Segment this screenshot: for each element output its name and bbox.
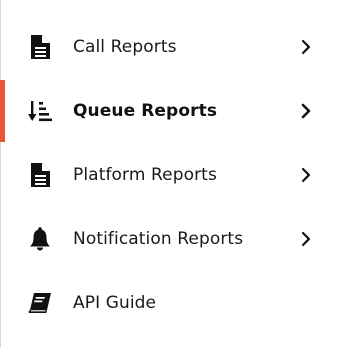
nav-item-api-guide[interactable]: API Guide: [0, 271, 350, 335]
nav-item-label: API Guide: [73, 293, 157, 313]
chevron-right-icon: [298, 229, 314, 249]
book-icon: [28, 291, 52, 315]
document-icon: [28, 35, 52, 59]
nav-item-label: Platform Reports: [73, 165, 217, 185]
sort-descending-icon: [28, 99, 52, 123]
nav-item-label: Call Reports: [73, 37, 177, 57]
active-indicator: [0, 80, 5, 142]
reports-nav-list: Call Reports Queue Reports Platform Repo…: [0, 15, 350, 335]
reports-sidebar: Call Reports Queue Reports Platform Repo…: [0, 0, 350, 347]
nav-item-label: Notification Reports: [73, 229, 244, 249]
nav-item-notification-reports[interactable]: Notification Reports: [0, 207, 350, 271]
nav-item-label: Queue Reports: [73, 101, 218, 121]
nav-item-queue-reports[interactable]: Queue Reports: [0, 79, 350, 143]
nav-item-platform-reports[interactable]: Platform Reports: [0, 143, 350, 207]
chevron-right-icon: [298, 101, 314, 121]
bell-icon: [28, 227, 52, 251]
document-icon: [28, 163, 52, 187]
chevron-right-icon: [298, 165, 314, 185]
nav-item-call-reports[interactable]: Call Reports: [0, 15, 350, 79]
chevron-right-icon: [298, 37, 314, 57]
